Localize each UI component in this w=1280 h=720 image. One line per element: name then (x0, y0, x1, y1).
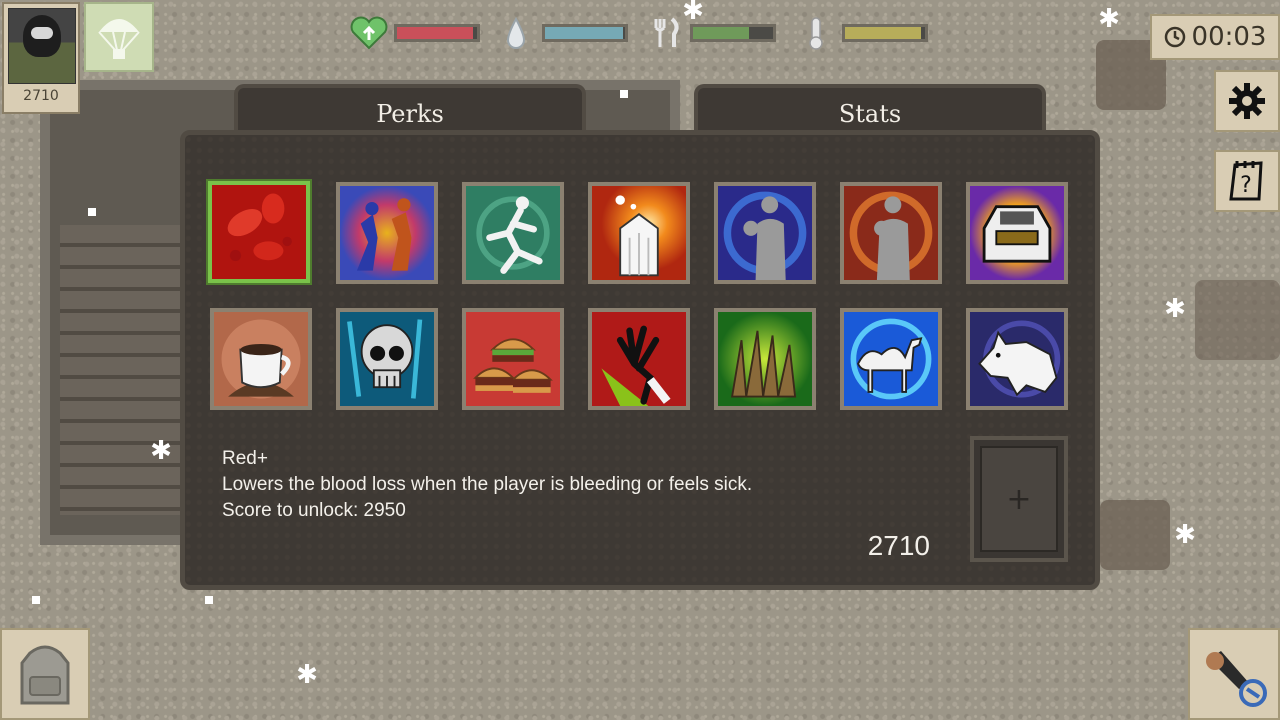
snowflake (205, 596, 213, 604)
quests-button[interactable]: ? (1214, 150, 1280, 212)
perk-armored-car[interactable] (966, 182, 1068, 284)
white-wolf-icon (970, 312, 1064, 406)
timer-value: 00:03 (1191, 22, 1267, 52)
snowflake: ✱ (1174, 520, 1196, 550)
perk-slot[interactable]: + (970, 436, 1068, 562)
parachute-icon (98, 19, 140, 59)
snowflake (620, 90, 628, 98)
background-planks (60, 225, 200, 515)
melting-ice-icon (592, 186, 686, 280)
camel-icon (844, 312, 938, 406)
sprinting-man-icon (466, 186, 560, 280)
settings-button[interactable] (1214, 70, 1280, 132)
health-stat (350, 16, 480, 50)
temperature-bar (842, 24, 928, 42)
perk-running-survivors[interactable] (336, 182, 438, 284)
perk-description-block: Red+ Lowers the blood loss when the play… (222, 446, 752, 524)
snowflake (32, 596, 40, 604)
tree-stump (1100, 500, 1170, 570)
snowflake: ✱ (296, 660, 318, 690)
current-score: 2710 (867, 530, 930, 561)
backpack-icon (20, 645, 70, 705)
perk-white-wolf[interactable] (966, 308, 1068, 410)
perk-boxer-red[interactable] (840, 182, 942, 284)
thirst-bar (542, 24, 628, 42)
perk-name: Red+ (222, 448, 268, 469)
player-score: 2710 (23, 88, 59, 104)
boxer-red-icon (844, 186, 938, 280)
perk-wooden-spikes[interactable] (714, 308, 816, 410)
player-portrait-card[interactable]: 2710 (2, 2, 80, 114)
perk-boxer-blue[interactable] (714, 182, 816, 284)
player-avatar (8, 8, 76, 84)
game-timer: 00:03 (1150, 14, 1280, 60)
snowflake: ✱ (1164, 294, 1186, 324)
svg-text:?: ? (1240, 173, 1252, 198)
running-survivors-icon (340, 186, 434, 280)
gear-icon (1229, 83, 1265, 119)
burgers-icon (466, 312, 560, 406)
thermometer-icon (809, 17, 823, 50)
notepad-question-icon: ? (1229, 161, 1263, 201)
weapon-swap-button[interactable] (1188, 628, 1280, 720)
skull-icon (340, 312, 434, 406)
perk-sprinting-man[interactable] (462, 182, 564, 284)
hand-shape (1195, 280, 1280, 360)
perk-melting-ice[interactable] (588, 182, 690, 284)
water-drop-icon (506, 16, 526, 49)
thirst-stat (504, 16, 628, 50)
fork-knife-icon (654, 17, 679, 47)
tea-cup-icon (214, 312, 308, 406)
blood-cells-icon (212, 185, 306, 279)
perk-slot-add: + (980, 446, 1058, 552)
snowflake: ✱ (150, 436, 172, 466)
perk-tea-cup[interactable] (210, 308, 312, 410)
snowflake (88, 208, 96, 216)
airdrop-button[interactable] (84, 2, 154, 72)
perk-description: Lowers the blood loss when the player is… (222, 474, 753, 495)
perk-blood-cells[interactable] (206, 179, 312, 285)
boxer-blue-icon (718, 186, 812, 280)
armored-car-icon (970, 186, 1064, 280)
heart-icon (350, 16, 388, 50)
perk-camel[interactable] (840, 308, 942, 410)
health-bar (394, 24, 480, 42)
gloved-hand-icon (592, 312, 686, 406)
hunger-bar (690, 24, 776, 42)
perk-skull[interactable] (336, 308, 438, 410)
clock-icon (1164, 26, 1185, 48)
perk-unlock-requirement: Score to unlock: 2950 (222, 500, 406, 521)
perk-burgers[interactable] (462, 308, 564, 410)
inventory-button[interactable] (0, 628, 90, 720)
snowflake: ✱ (1098, 4, 1120, 34)
temperature-stat (804, 16, 928, 50)
hunger-stat (650, 16, 776, 50)
wooden-spikes-icon (718, 312, 812, 406)
perk-gloved-hand[interactable] (588, 308, 690, 410)
swap-weapon-icon (1206, 651, 1267, 707)
